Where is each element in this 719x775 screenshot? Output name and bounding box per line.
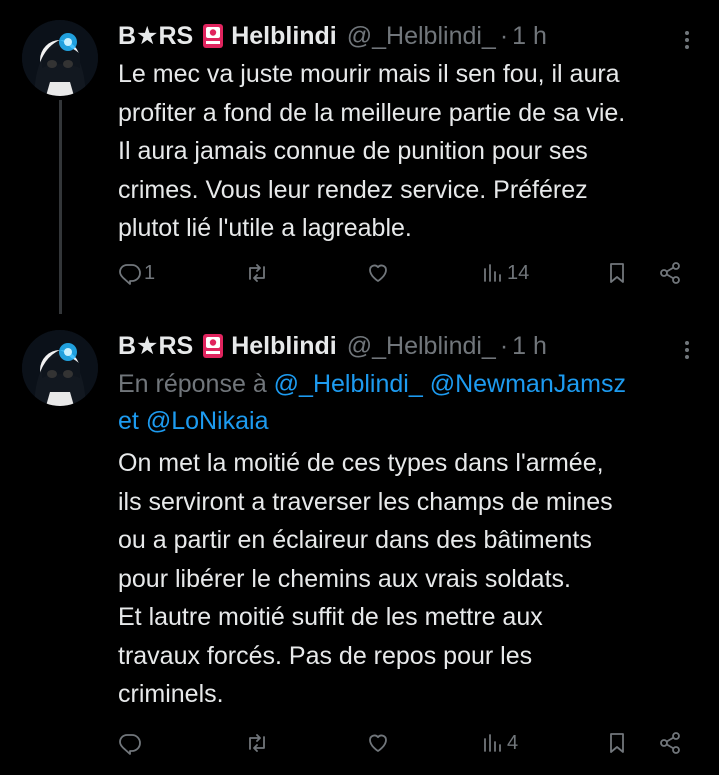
thread-connector-line: [59, 100, 62, 314]
mention-link[interactable]: @NewmanJamsz: [430, 370, 626, 398]
heart-icon: [369, 264, 387, 282]
tweet-header: B★RS Helblindi @_Helblindi_ · 1 h: [118, 18, 699, 54]
share-icon: [660, 262, 680, 284]
bookmark-button[interactable]: [605, 261, 629, 285]
red-flag-icon: [201, 333, 225, 359]
more-options-icon[interactable]: [675, 338, 699, 362]
reply-button[interactable]: [118, 731, 144, 755]
red-flag-icon: [201, 23, 225, 49]
tweet-actions: 4: [118, 731, 695, 761]
tweet[interactable]: B★RS Helblindi @_Helblindi_ · 1 h Le mec…: [0, 0, 719, 314]
bookmark-icon: [610, 733, 624, 753]
reply-count: 1: [144, 261, 156, 284]
like-button[interactable]: [366, 261, 392, 285]
display-name[interactable]: B★RS: [118, 331, 193, 361]
reply-button[interactable]: 1: [118, 261, 155, 285]
tweet[interactable]: B★RS Helblindi @_Helblindi_ · 1 h En rép…: [0, 310, 719, 775]
heart-icon: [369, 734, 387, 752]
views-button[interactable]: 4: [481, 731, 518, 755]
tweet-text-line: profiter a fond de la meilleure partie d…: [118, 98, 626, 127]
and-label: et: [118, 407, 139, 435]
tweet-text-line: Et lautre moitié suffit de les mettre au…: [118, 603, 543, 631]
display-name-suffix[interactable]: Helblindi: [231, 332, 337, 361]
separator-dot: ·: [499, 21, 509, 50]
retweet-button[interactable]: [245, 261, 271, 285]
tweet-text-line: Il aura jamais connue de punition pour s…: [118, 137, 588, 165]
tweet-text-line: criminels.: [118, 680, 224, 708]
bookmark-button[interactable]: [605, 731, 629, 755]
share-button[interactable]: [658, 731, 682, 755]
tweet-text-line: crimes. Vous leur rendez service. Préfér…: [118, 175, 588, 204]
tweet-text-line: On met la moitié de ces types dans l'arm…: [118, 449, 604, 477]
timestamp[interactable]: 1 h: [512, 22, 547, 51]
avatar-image: [22, 330, 98, 406]
tweet-text-line: Le mec va juste mourir mais il sen fou, …: [118, 60, 620, 88]
share-icon: [660, 732, 680, 754]
share-button[interactable]: [658, 261, 682, 285]
tweet-text-line: ils serviront a traverser les champs de …: [118, 487, 613, 516]
views-chart-icon: [484, 264, 501, 282]
bookmark-icon: [610, 263, 624, 283]
retweet-icon: [249, 734, 265, 752]
like-button[interactable]: [366, 731, 392, 755]
tweet-text-line: ou a partir en éclaireur dans des bâtime…: [118, 526, 592, 554]
display-name-suffix[interactable]: Helblindi: [231, 22, 337, 51]
tweet-actions: 1 14: [118, 261, 695, 291]
tweet-text-line: travaux forcés. Pas de repos pour les: [118, 641, 533, 670]
reply-icon: [119, 734, 141, 755]
avatar-image: [22, 20, 98, 96]
reply-icon: [119, 264, 141, 285]
display-name[interactable]: B★RS: [118, 21, 193, 51]
tweet-text-line: pour libérer le chemins aux vrais soldat…: [118, 564, 571, 593]
tweet-header: B★RS Helblindi @_Helblindi_ · 1 h: [118, 328, 699, 364]
retweet-button[interactable]: [245, 731, 271, 755]
tweet-text: Le mec va juste mourir mais il sen fou, …: [118, 55, 699, 248]
replying-to: En réponse à @_Helblindi_ @NewmanJamsz e…: [118, 366, 699, 440]
mention-link[interactable]: @LoNikaia: [146, 407, 269, 435]
tweet-text: On met la moitié de ces types dans l'arm…: [118, 444, 699, 714]
user-handle[interactable]: @_Helblindi_: [347, 332, 496, 361]
timestamp[interactable]: 1 h: [512, 332, 547, 361]
views-chart-icon: [484, 734, 501, 752]
user-handle[interactable]: @_Helblindi_: [347, 22, 496, 51]
views-count: 14: [507, 261, 530, 284]
views-count: 4: [507, 731, 519, 754]
views-button[interactable]: 14: [481, 261, 529, 285]
tweet-text-line: plutot lié l'utile a lagreable.: [118, 214, 412, 242]
mention-link[interactable]: @_Helblindi_: [274, 370, 423, 398]
separator-dot: ·: [499, 331, 509, 360]
more-options-icon[interactable]: [675, 28, 699, 52]
replying-to-label: En réponse à: [118, 370, 267, 398]
avatar[interactable]: [22, 20, 98, 96]
avatar[interactable]: [22, 330, 98, 406]
retweet-icon: [249, 264, 265, 282]
